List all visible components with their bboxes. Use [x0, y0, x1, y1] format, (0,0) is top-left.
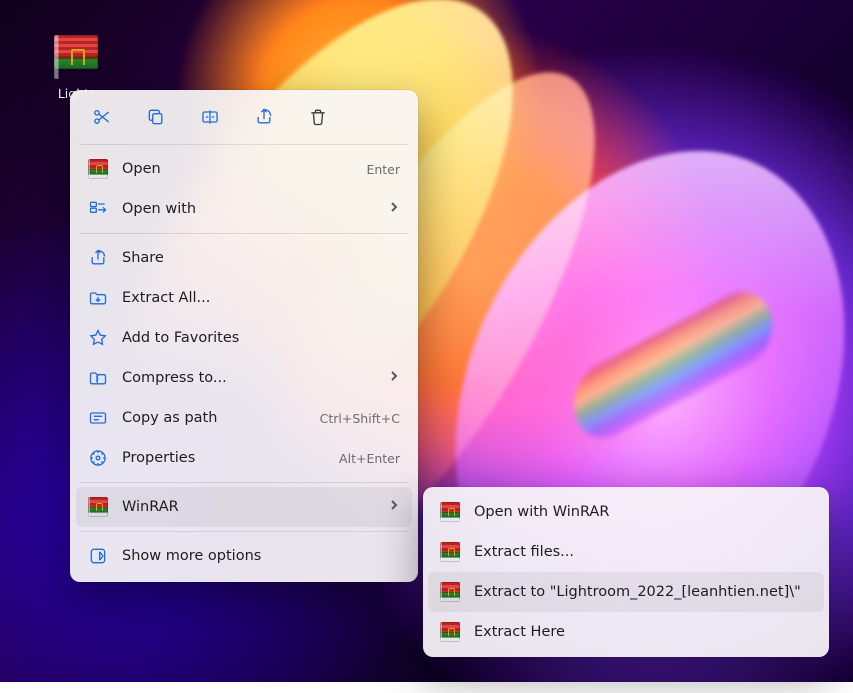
properties-item[interactable]: Properties Alt+Enter	[76, 438, 412, 478]
extract-all-icon	[88, 288, 108, 308]
chevron-right-icon	[388, 499, 400, 515]
compress-label: Compress to...	[122, 370, 374, 386]
rename-icon	[200, 107, 220, 127]
chevron-right-icon	[388, 201, 400, 217]
winrar-label: WinRAR	[122, 499, 374, 515]
context-menu-icon-row	[76, 96, 412, 140]
share-icon	[254, 107, 274, 127]
extract-all-item[interactable]: Extract All...	[76, 278, 412, 318]
cut-button[interactable]	[84, 102, 120, 132]
copy-button[interactable]	[138, 102, 174, 132]
winrar-icon	[440, 582, 460, 602]
scissors-icon	[92, 107, 112, 127]
share-item[interactable]: Share	[76, 238, 412, 278]
compress-item[interactable]: Compress to...	[76, 358, 412, 398]
show-more-options-label: Show more options	[122, 548, 400, 564]
extract-to-folder-item[interactable]: Extract to "Lightroom_2022_[leanhtien.ne…	[428, 572, 824, 612]
winrar-icon	[440, 502, 460, 522]
winrar-archive-icon	[54, 35, 98, 79]
properties-icon	[88, 448, 108, 468]
star-icon	[88, 328, 108, 348]
extract-here-item[interactable]: Extract Here	[428, 612, 824, 652]
share-label: Share	[122, 250, 400, 266]
extract-to-folder-label: Extract to "Lightroom_2022_[leanhtien.ne…	[474, 584, 812, 600]
open-with-icon	[88, 199, 108, 219]
winrar-icon	[440, 542, 460, 562]
open-accel: Enter	[366, 162, 400, 177]
copy-as-path-item[interactable]: Copy as path Ctrl+Shift+C	[76, 398, 412, 438]
properties-label: Properties	[122, 450, 325, 466]
open-label: Open	[122, 161, 352, 177]
trash-icon	[308, 107, 328, 127]
winrar-icon	[88, 159, 108, 179]
open-with-winrar-label: Open with WinRAR	[474, 504, 812, 520]
open-with-label: Open with	[122, 201, 374, 217]
chevron-right-icon	[388, 370, 400, 386]
open-item[interactable]: Open Enter	[76, 149, 412, 189]
properties-accel: Alt+Enter	[339, 451, 400, 466]
separator	[80, 144, 408, 145]
context-menu: Open Enter Open with Share Extract All..…	[70, 90, 418, 582]
open-with-item[interactable]: Open with	[76, 189, 412, 229]
extract-all-label: Extract All...	[122, 290, 400, 306]
extract-files-item[interactable]: Extract files...	[428, 532, 824, 572]
separator	[80, 531, 408, 532]
copy-as-path-label: Copy as path	[122, 410, 306, 426]
winrar-submenu: Open with WinRAR Extract files... Extrac…	[423, 487, 829, 657]
winrar-icon	[440, 622, 460, 642]
extract-here-label: Extract Here	[474, 624, 812, 640]
winrar-icon	[88, 497, 108, 517]
favorites-label: Add to Favorites	[122, 330, 400, 346]
copy-icon	[146, 107, 166, 127]
share-button[interactable]	[246, 102, 282, 132]
show-more-options-item[interactable]: Show more options	[76, 536, 412, 576]
more-options-icon	[88, 546, 108, 566]
rename-button[interactable]	[192, 102, 228, 132]
separator	[80, 482, 408, 483]
favorites-item[interactable]: Add to Favorites	[76, 318, 412, 358]
copy-as-path-accel: Ctrl+Shift+C	[320, 411, 400, 426]
extract-files-label: Extract files...	[474, 544, 812, 560]
share-out-icon	[88, 248, 108, 268]
winrar-submenu-item[interactable]: WinRAR	[76, 487, 412, 527]
delete-button[interactable]	[300, 102, 336, 132]
open-with-winrar-item[interactable]: Open with WinRAR	[428, 492, 824, 532]
compress-icon	[88, 368, 108, 388]
copy-path-icon	[88, 408, 108, 428]
separator	[80, 233, 408, 234]
